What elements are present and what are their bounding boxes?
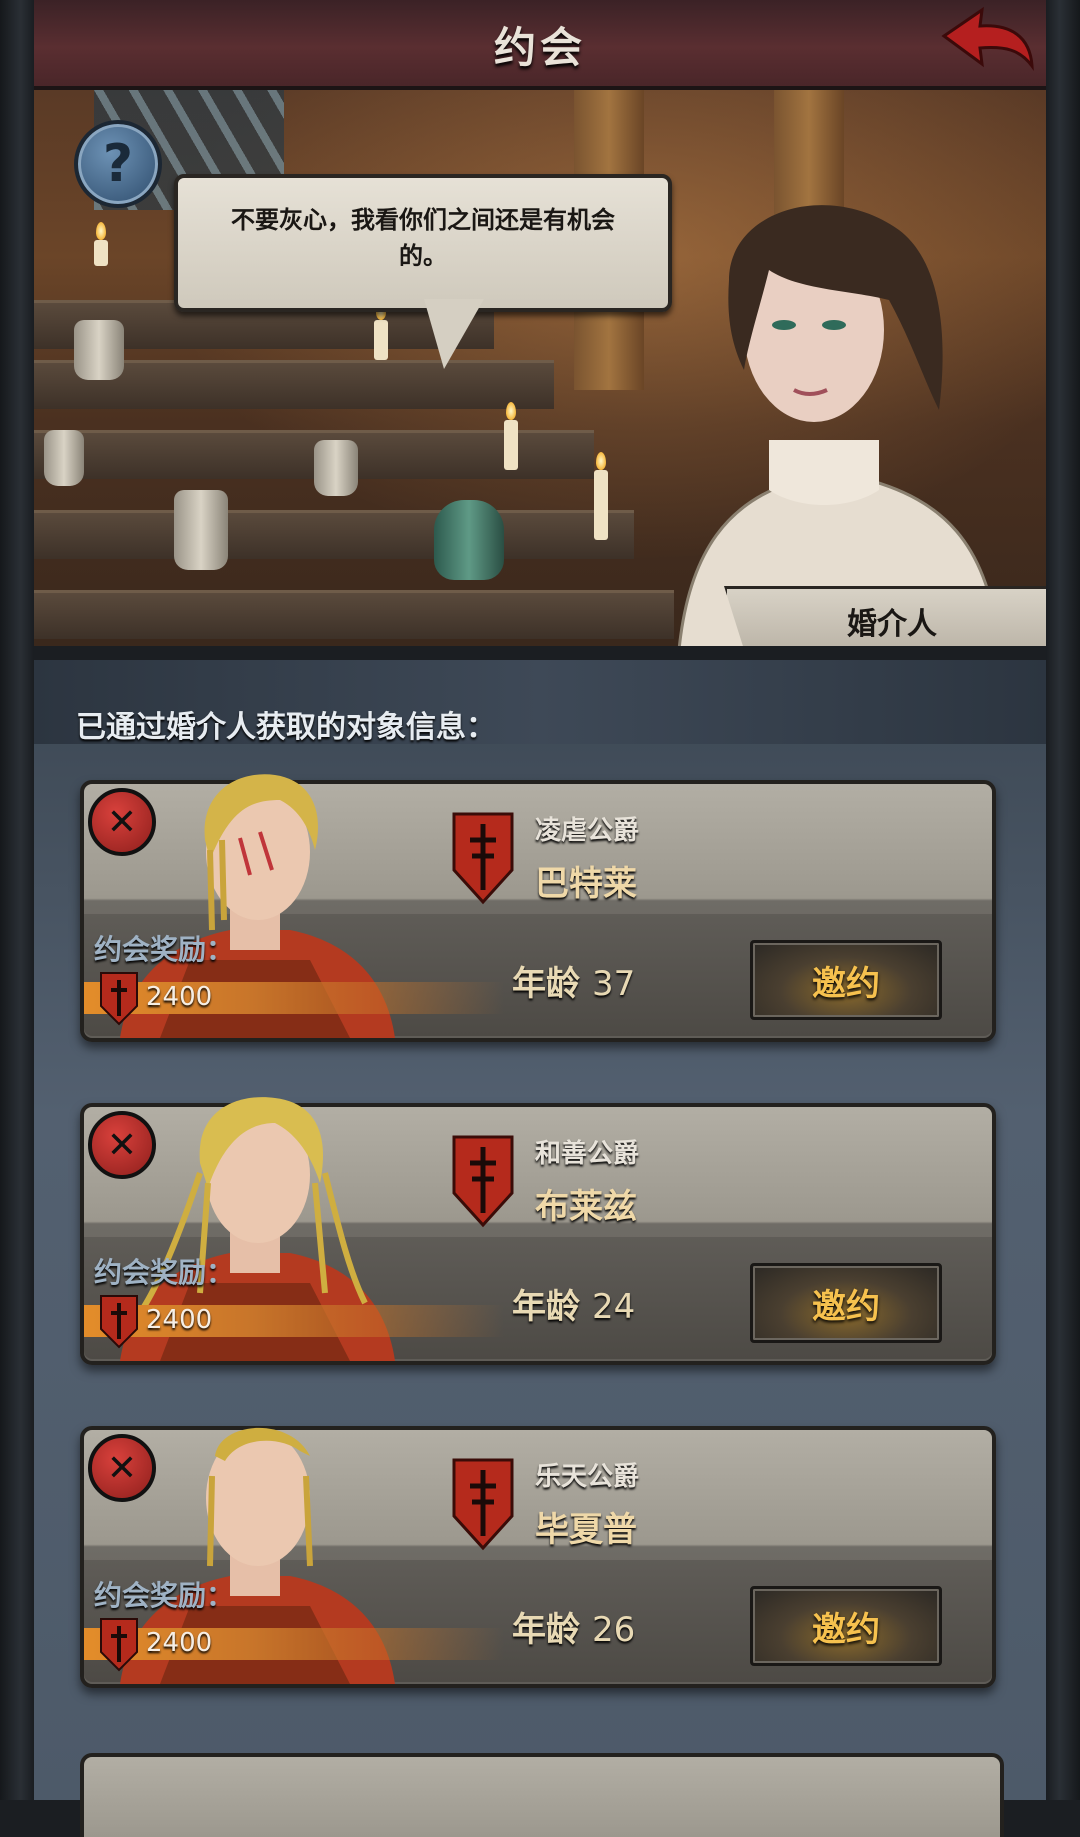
candidate-list-area: 已通过婚介人获取的对象信息： ✕ 凌虐公爵 巴特莱 约会奖励： 2400 年龄 … bbox=[34, 660, 1046, 1837]
vase-decoration bbox=[434, 500, 504, 580]
age-label: 年龄 bbox=[512, 964, 580, 1004]
jug-decoration bbox=[174, 490, 228, 570]
scene-background: ? 不要灰心，我看你们之间还是有机会的。 婚介人 bbox=[34, 90, 1046, 646]
speech-text: 不要灰心，我看你们之间还是有机会的。 bbox=[231, 206, 615, 270]
reward-label: 约会奖励： bbox=[94, 933, 235, 966]
candidate-name: 巴特莱 bbox=[535, 864, 637, 904]
reward-crest-icon bbox=[100, 972, 138, 1026]
candidate-name: 毕夏普 bbox=[535, 1510, 637, 1550]
list-header: 已通过婚介人获取的对象信息： bbox=[34, 660, 1046, 745]
candle-decoration bbox=[594, 452, 608, 540]
speaker-nameplate: 婚介人 bbox=[724, 586, 1046, 646]
candidate-card: ✕ 和善公爵 布莱兹 约会奖励： 2400 年龄 24 邀约 bbox=[80, 1097, 996, 1365]
invite-button[interactable]: 邀约 bbox=[750, 1586, 942, 1666]
candidate-title: 乐天公爵 bbox=[535, 1462, 640, 1492]
age-label: 年龄 bbox=[512, 1610, 580, 1650]
remove-candidate-button[interactable]: ✕ bbox=[88, 1111, 156, 1179]
candidate-card: ✕ 凌虐公爵 巴特莱 约会奖励： 2400 年龄 37 邀约 bbox=[80, 774, 996, 1042]
header-bar: 约会 bbox=[34, 0, 1046, 90]
table-decoration bbox=[34, 510, 634, 559]
age-value: 26 bbox=[592, 1610, 636, 1650]
candidate-title: 和善公爵 bbox=[535, 1139, 640, 1169]
matchmaker-portrait bbox=[677, 205, 1001, 646]
age-row: 年龄 24 bbox=[512, 1279, 635, 1328]
page-title: 约会 bbox=[493, 23, 586, 72]
reward-label: 约会奖励： bbox=[94, 1256, 235, 1289]
list-title: 已通过婚介人获取的对象信息： bbox=[76, 710, 496, 745]
back-arrow-icon[interactable] bbox=[940, 6, 1036, 76]
age-label: 年龄 bbox=[512, 1287, 580, 1327]
remove-candidate-button[interactable]: ✕ bbox=[88, 1434, 156, 1502]
remove-candidate-button[interactable]: ✕ bbox=[88, 788, 156, 856]
candidate-card-partial bbox=[80, 1753, 1004, 1837]
house-crest-icon bbox=[452, 1135, 514, 1228]
house-crest-icon bbox=[452, 1458, 514, 1551]
candle-decoration bbox=[374, 302, 388, 360]
candle-decoration bbox=[504, 402, 518, 470]
age-value: 24 bbox=[592, 1287, 636, 1327]
reward-crest-icon bbox=[100, 1618, 138, 1672]
jug-decoration bbox=[74, 320, 124, 380]
candidate-name: 布莱兹 bbox=[535, 1187, 637, 1227]
invite-button[interactable]: 邀约 bbox=[750, 1263, 942, 1343]
candle-decoration bbox=[94, 222, 108, 266]
age-value: 37 bbox=[592, 964, 636, 1004]
help-question-icon[interactable]: ? bbox=[74, 120, 162, 208]
reward-value: 2400 bbox=[146, 1305, 213, 1335]
jug-decoration bbox=[44, 430, 84, 486]
house-crest-icon bbox=[452, 812, 514, 905]
reward-value: 2400 bbox=[146, 1628, 213, 1658]
right-frame bbox=[1046, 0, 1080, 1800]
candidate-title: 凌虐公爵 bbox=[535, 816, 640, 846]
left-frame bbox=[0, 0, 34, 1800]
table-decoration bbox=[34, 590, 674, 639]
candidate-card: ✕ 乐天公爵 毕夏普 约会奖励： 2400 年龄 26 邀约 bbox=[80, 1426, 996, 1688]
age-row: 年龄 37 bbox=[512, 956, 635, 1005]
jug-decoration bbox=[314, 440, 358, 496]
reward-crest-icon bbox=[100, 1295, 138, 1349]
reward-value: 2400 bbox=[146, 982, 213, 1012]
invite-button[interactable]: 邀约 bbox=[750, 940, 942, 1020]
speech-bubble: 不要灰心，我看你们之间还是有机会的。 bbox=[174, 174, 672, 312]
reward-label: 约会奖励： bbox=[94, 1579, 235, 1612]
age-row: 年龄 26 bbox=[512, 1602, 635, 1651]
speaker-name: 婚介人 bbox=[847, 607, 937, 642]
speech-tail bbox=[424, 299, 484, 369]
